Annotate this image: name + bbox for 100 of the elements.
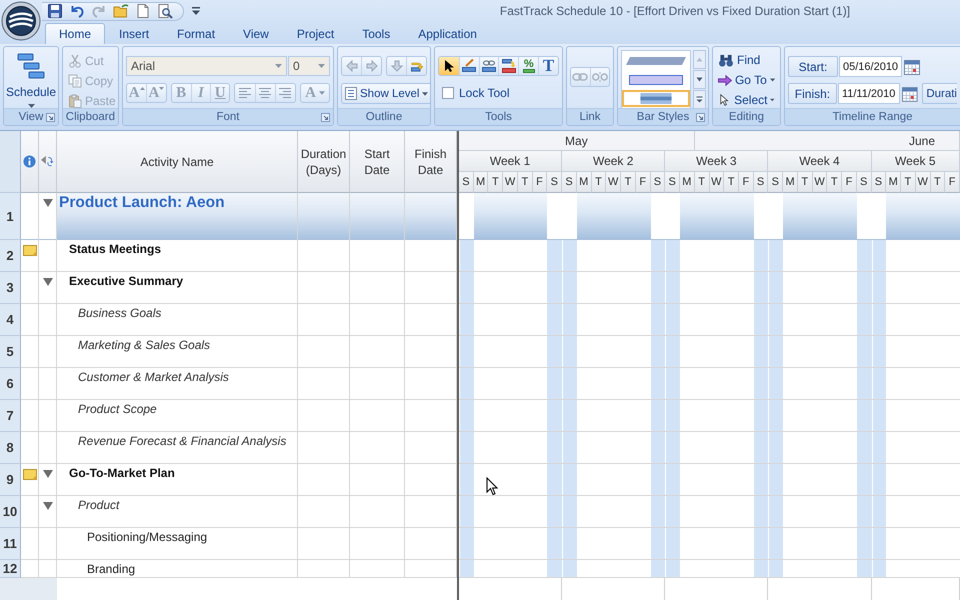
app-menu-icon[interactable]	[1, 1, 41, 41]
row-number: 2	[0, 240, 21, 272]
calendar-icon[interactable]	[900, 84, 918, 102]
row-number: 10	[0, 496, 21, 528]
lock-tool-label[interactable]: Lock Tool	[459, 86, 510, 100]
start-date-field[interactable]: 05/16/2010	[839, 56, 902, 77]
scroll-down-icon[interactable]	[693, 70, 706, 89]
schedule-button[interactable]: Schedule	[7, 50, 55, 108]
ribbon-tab[interactable]: Project	[282, 23, 348, 44]
day-header: W	[503, 172, 518, 193]
day-header: M	[474, 172, 488, 193]
save-icon[interactable]	[47, 3, 63, 19]
group-label: Timeline Range	[832, 111, 913, 123]
ribbon-tab[interactable]: Home	[45, 23, 106, 44]
ribbon-tab[interactable]: Application	[404, 23, 491, 44]
day-header: F	[945, 172, 960, 193]
day-header: F	[636, 172, 651, 193]
align-right-icon[interactable]	[279, 88, 292, 98]
new-document-icon[interactable]	[135, 3, 151, 19]
triangle-icon[interactable]	[43, 278, 53, 286]
dialog-launcher-icon[interactable]	[696, 112, 705, 122]
sort-icon[interactable]	[41, 155, 54, 168]
activity-name: Product Launch: Aeon	[59, 194, 225, 212]
day-header: F	[738, 172, 754, 193]
week-header: Week 5	[872, 151, 960, 172]
select-button[interactable]: Select	[716, 90, 777, 110]
expand-gallery-icon[interactable]	[693, 90, 706, 109]
go-to-button[interactable]: Go To	[716, 70, 777, 90]
day-header: T	[518, 172, 533, 193]
caret-icon	[275, 64, 282, 68]
day-header: F	[532, 172, 548, 193]
day-header: M	[783, 172, 798, 193]
column-header[interactable]: Start Date	[350, 131, 405, 193]
find-button[interactable]: Find	[716, 50, 777, 70]
row-number: 4	[0, 304, 21, 336]
activity-name: Go-To-Market Plan	[69, 465, 175, 481]
activity-name: Branding	[87, 561, 136, 577]
align-left-icon[interactable]	[238, 88, 251, 98]
footer-corner	[0, 578, 57, 600]
activity-name: Product	[78, 497, 120, 513]
day-header: S	[650, 172, 666, 193]
column-header[interactable]: Finish Date	[405, 131, 457, 193]
row-number: 7	[0, 400, 21, 432]
ribbon-tab[interactable]: Insert	[105, 23, 164, 44]
caret-icon	[318, 91, 325, 95]
row-number: 11	[0, 528, 21, 560]
customize-menu-icon[interactable]	[192, 7, 200, 15]
triangle-icon[interactable]	[43, 502, 53, 510]
calendar-icon[interactable]	[903, 58, 921, 76]
activity-name: Positioning/Messaging	[87, 529, 208, 545]
undo-icon[interactable]	[69, 3, 85, 19]
row-number: 12	[0, 560, 21, 578]
pointer-tool-button[interactable]	[439, 57, 459, 75]
triangle-icon[interactable]	[43, 470, 53, 478]
day-header: T	[827, 172, 842, 193]
draw-tool-button[interactable]	[458, 57, 479, 75]
activity-name: Customer & Market Analysis	[78, 369, 229, 385]
ribbon-tab[interactable]: Format	[163, 23, 230, 44]
ribbon-tab[interactable]: View	[229, 23, 283, 44]
gantt-bars-icon	[17, 53, 45, 79]
column-header[interactable]: Activity Name	[57, 131, 298, 193]
month-header: May	[459, 131, 695, 151]
finish-date-field[interactable]: 11/11/2010	[838, 83, 900, 104]
start-button[interactable]: Start:	[788, 56, 838, 77]
triangle-icon[interactable]	[43, 199, 53, 207]
column-header[interactable]: Duration (Days)	[298, 131, 350, 193]
lock-tool-checkbox[interactable]	[442, 87, 454, 99]
align-center-icon[interactable]	[259, 88, 272, 98]
finish-button[interactable]: Finish:	[788, 83, 837, 104]
day-header: S	[665, 172, 680, 193]
duration-button[interactable]: Durati	[922, 83, 957, 104]
caret-icon	[159, 87, 164, 90]
week-header: Week 2	[562, 151, 666, 172]
row-number: 1	[0, 193, 21, 240]
info-icon	[23, 155, 36, 168]
dialog-launcher-icon[interactable]	[46, 112, 55, 122]
day-header: S	[547, 172, 562, 193]
print-preview-icon[interactable]	[157, 3, 173, 19]
bar-sample-icon	[629, 74, 683, 84]
day-header: S	[768, 172, 784, 193]
activity-name: Revenue Forecast & Financial Analysis	[78, 433, 286, 449]
week-header: Week 1	[459, 151, 562, 172]
copy-icon	[68, 74, 82, 88]
text-tool-button[interactable]: T	[538, 57, 558, 75]
activity-name: Product Scope	[78, 401, 157, 417]
day-header: W	[812, 172, 828, 193]
folder-icon[interactable]	[113, 3, 129, 19]
color-tool-button[interactable]	[498, 57, 518, 75]
ribbon-tab[interactable]: Tools	[348, 23, 404, 44]
day-header: S	[856, 172, 872, 193]
pencil-bar-icon	[462, 59, 476, 73]
show-level-dropdown[interactable]: Show Level	[341, 83, 430, 104]
group-label: Font	[216, 111, 240, 123]
link-tool-button[interactable]	[478, 57, 498, 75]
arrow-bar-icon[interactable]	[410, 60, 422, 72]
day-header: W	[606, 172, 622, 193]
bar-sample-icon	[626, 56, 686, 64]
percent-tool-button[interactable]: %	[518, 57, 538, 75]
bar-style-option[interactable]	[622, 90, 690, 107]
day-header: T	[694, 172, 710, 193]
